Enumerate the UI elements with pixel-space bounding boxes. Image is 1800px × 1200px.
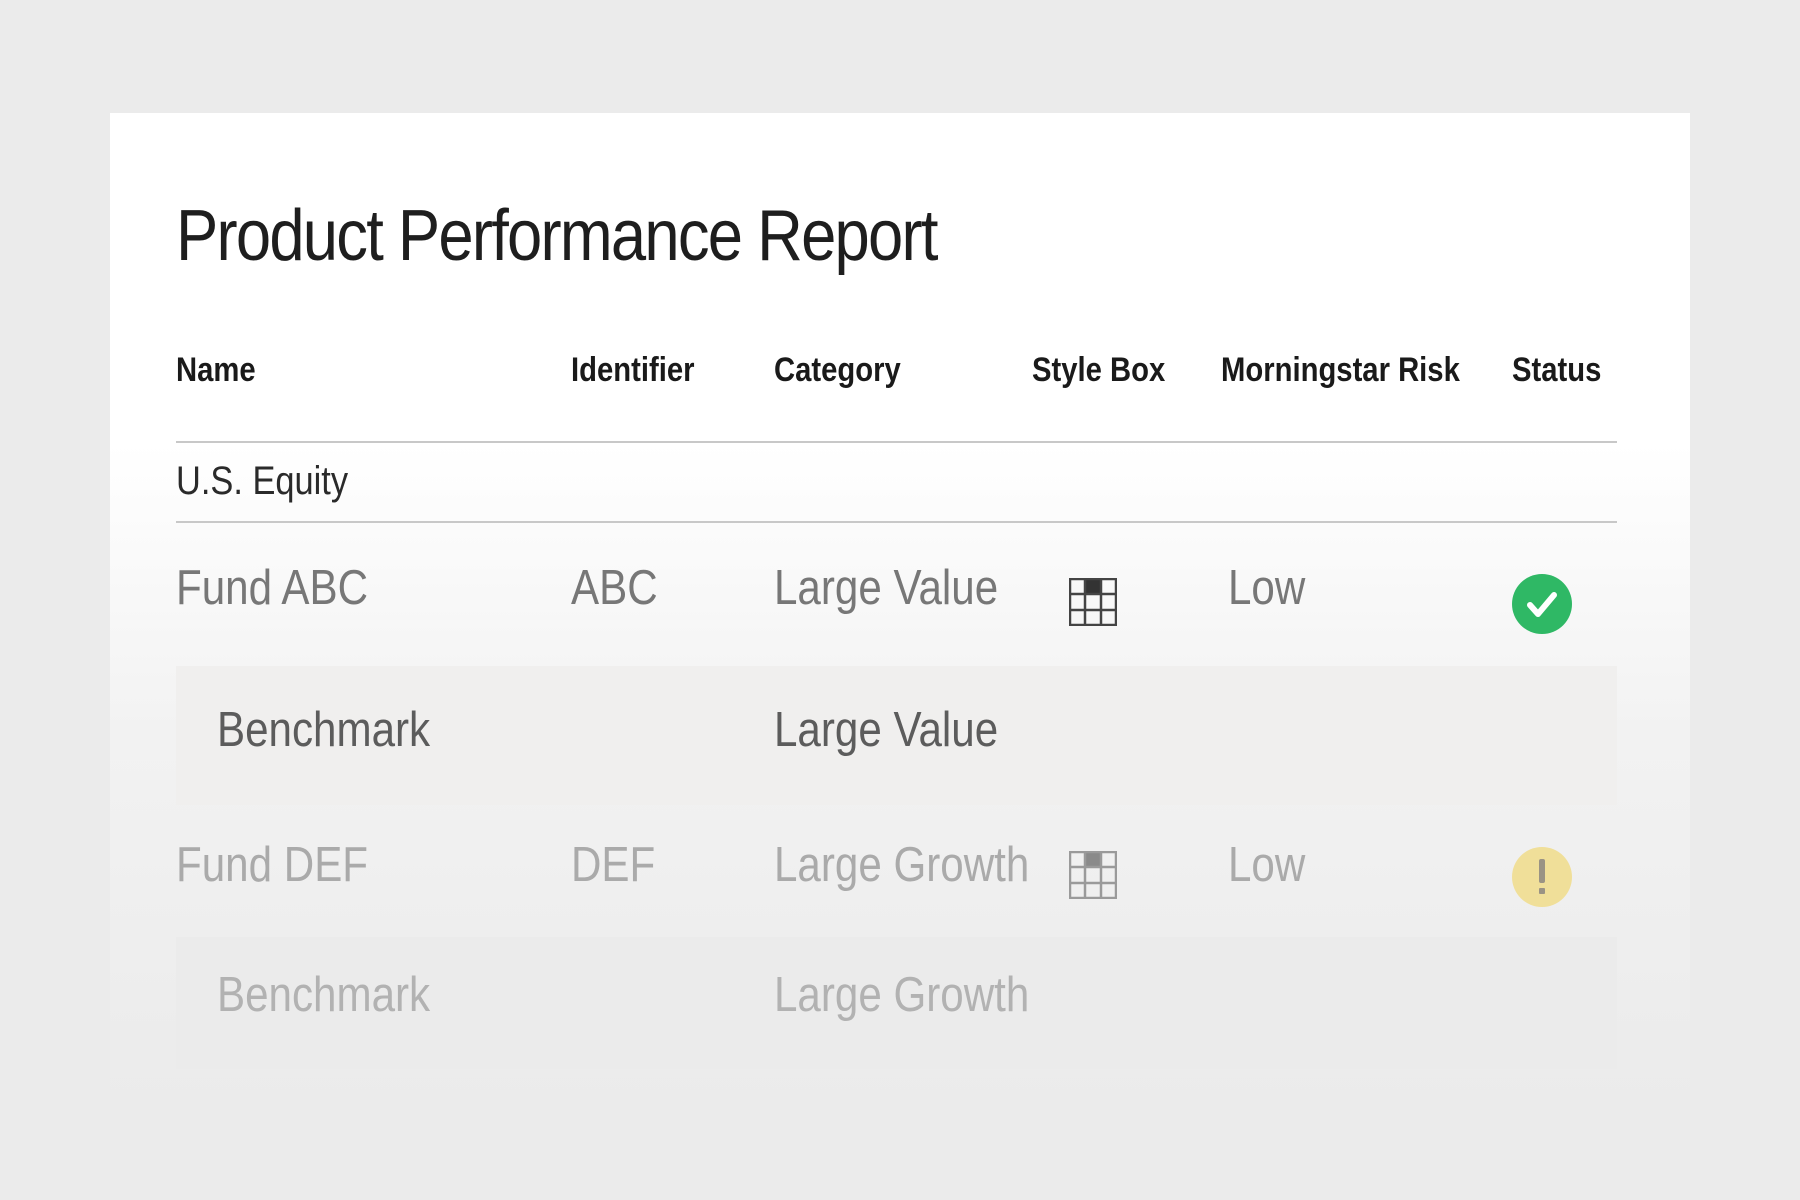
- fund-identifier: DEF: [571, 838, 656, 892]
- fund-name[interactable]: Fund DEF: [176, 837, 368, 893]
- benchmark-category: Large Value: [774, 703, 999, 757]
- exclamation-circle-icon[interactable]: [1512, 847, 1572, 907]
- table-row-benchmark: Benchmark Large Growth: [176, 937, 1617, 1069]
- column-header-name[interactable]: Name: [176, 351, 256, 390]
- check-circle-icon[interactable]: [1512, 574, 1572, 634]
- column-header-status[interactable]: Status: [1512, 351, 1601, 390]
- fund-category: Large Growth: [774, 838, 1030, 892]
- benchmark-category: Large Growth: [774, 968, 1030, 1022]
- column-header-identifier[interactable]: Identifier: [571, 351, 694, 390]
- column-header-category[interactable]: Category: [774, 351, 901, 390]
- fund-category: Large Value: [774, 561, 999, 615]
- report-card: Product Performance Report Name Identifi…: [110, 113, 1690, 1103]
- style-box-grid-icon: [1069, 851, 1117, 899]
- page-title: Product Performance Report: [176, 196, 938, 276]
- fund-name[interactable]: Fund ABC: [176, 560, 368, 616]
- group-divider: [176, 521, 1617, 523]
- table-row-fund-def[interactable]: Fund DEF DEF Large Growth Low: [176, 805, 1617, 937]
- column-header-style-box[interactable]: Style Box: [1032, 351, 1165, 390]
- table-row-benchmark: Benchmark Large Value: [176, 666, 1617, 805]
- fund-risk: Low: [1228, 561, 1306, 615]
- benchmark-name: Benchmark: [217, 703, 431, 757]
- style-box-grid-icon: [1069, 578, 1117, 626]
- column-header-morningstar-risk[interactable]: Morningstar Risk: [1221, 351, 1460, 390]
- header-divider: [176, 441, 1617, 443]
- table-row-fund-abc[interactable]: Fund ABC ABC Large Value Low: [176, 524, 1617, 666]
- benchmark-name: Benchmark: [217, 968, 431, 1022]
- fund-risk: Low: [1228, 838, 1306, 892]
- group-label-us-equity: U.S. Equity: [176, 459, 349, 503]
- fund-identifier: ABC: [571, 561, 658, 615]
